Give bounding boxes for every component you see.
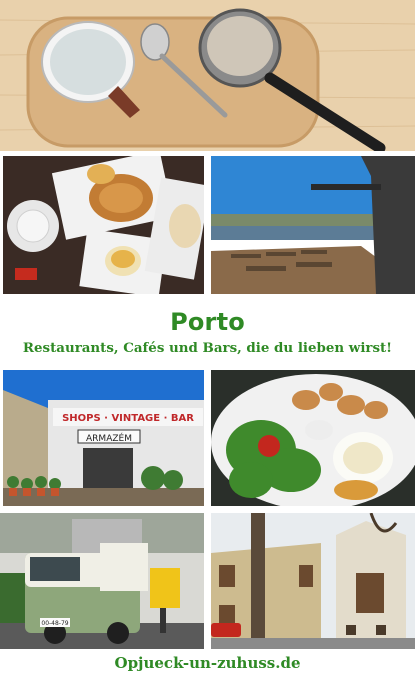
river-terrace-photo [211, 156, 415, 294]
vintage-bar-shop-photo: SHOPS · VINTAGE · BAR ARMAZÉM [3, 370, 204, 506]
salad-plate-photo [211, 370, 415, 506]
van-license-plate: 00-48-79 [41, 620, 68, 627]
chapel-photo [211, 513, 415, 649]
page-title: Porto [170, 308, 245, 336]
shop-sign-text: SHOPS · VINTAGE · BAR [62, 413, 194, 424]
title-band: Porto Restaurants, Cafés und Bars, die d… [0, 300, 415, 366]
footer-site-name: Opjueck-un-zuhuss.de [114, 654, 301, 672]
page-subtitle: Restaurants, Cafés und Bars, die du lieb… [22, 340, 393, 356]
vintage-van-photo: 00-48-79 [0, 513, 204, 649]
pastries-photo [3, 156, 204, 294]
shop-name-text: ARMAZÉM [86, 432, 132, 444]
coffee-cup-and-pot-photo [0, 0, 415, 151]
